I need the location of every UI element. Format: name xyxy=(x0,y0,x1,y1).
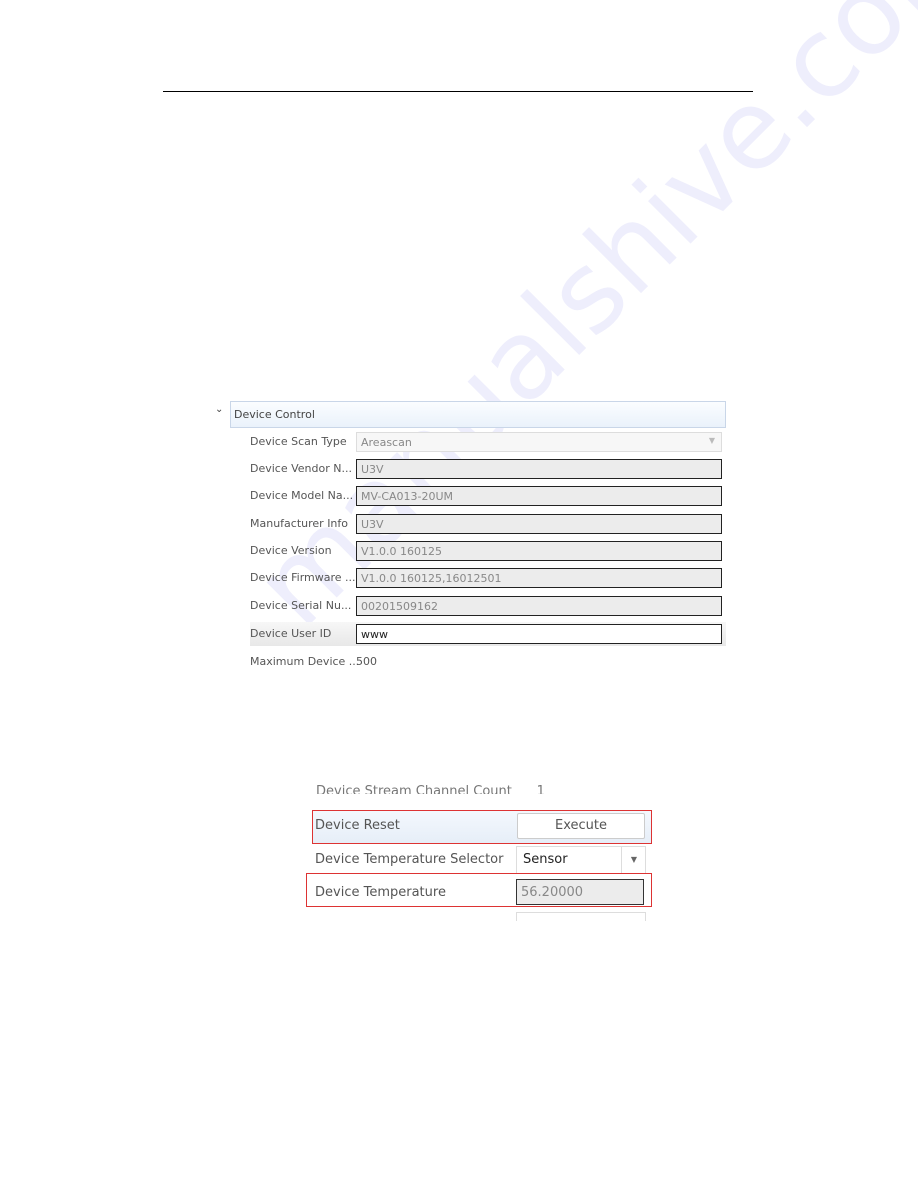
row-manufacturer: Manufacturer Info U3V xyxy=(250,512,726,536)
row-label: Device Reset xyxy=(315,818,400,833)
temperature-field: 56.20000 xyxy=(516,879,644,905)
section-title: Device Control xyxy=(234,408,315,421)
dropdown-arrow-icon: ▼ xyxy=(621,847,646,873)
section-header[interactable]: Device Control xyxy=(230,401,726,428)
row-label: Device Version xyxy=(250,544,332,557)
scan-type-select[interactable]: Areascan ▼ xyxy=(356,432,722,452)
select-value: Sensor xyxy=(523,852,568,867)
max-device-value: 500 xyxy=(356,655,377,668)
row-user-id: Device User ID www xyxy=(250,622,726,646)
row-label: Device User ID xyxy=(250,627,332,640)
serial-field: 00201509162 xyxy=(356,596,722,616)
execute-button[interactable]: Execute xyxy=(517,813,645,839)
chevron-down-icon[interactable]: ⌄ xyxy=(215,404,223,415)
row-label: Device Temperature Selector xyxy=(315,852,504,867)
user-id-input[interactable]: www xyxy=(356,624,722,644)
row-label: Manufacturer Info xyxy=(250,517,349,530)
row-label: Device Temperature xyxy=(315,885,446,900)
model-field: MV-CA013-20UM xyxy=(356,486,722,506)
document-page: manualshive.com ⌄ Device Control Device … xyxy=(0,0,918,1188)
row-label: Device Vendor N... xyxy=(250,462,352,475)
firmware-field: V1.0.0 160125,16012501 xyxy=(356,568,722,588)
row-label: Device Serial Nu... xyxy=(250,599,352,612)
row-firmware: Device Firmware ... V1.0.0 160125,160125… xyxy=(250,566,726,590)
temp-selector-select[interactable]: Sensor ▼ xyxy=(516,846,646,874)
dropdown-arrow-icon: ▼ xyxy=(708,436,715,445)
row-max-device: Maximum Device ... 500 xyxy=(250,650,726,674)
row-label: Device Scan Type xyxy=(250,435,347,448)
row-scan-type: Device Scan Type Areascan ▼ xyxy=(250,430,726,454)
select-value: Areascan xyxy=(361,436,412,449)
row-label: Device Model Na... xyxy=(250,489,354,502)
row-label: Maximum Device ... xyxy=(250,655,360,668)
row-serial: Device Serial Nu... 00201509162 xyxy=(250,594,726,618)
device-control-screenshot: ⌄ Device Control Device Scan Type Areasc… xyxy=(212,398,728,676)
cropped-row: Device Stream Channel Count 1 xyxy=(316,784,545,794)
version-field: V1.0.0 160125 xyxy=(356,541,722,561)
header-rule xyxy=(163,91,753,92)
device-temperature-screenshot: Device Stream Channel Count 1 Device Res… xyxy=(306,784,656,921)
cropped-field xyxy=(516,912,646,921)
row-label: Device Firmware ... xyxy=(250,571,356,584)
row-version: Device Version V1.0.0 160125 xyxy=(250,539,726,563)
manufacturer-field: U3V xyxy=(356,514,722,534)
vendor-field: U3V xyxy=(356,459,722,479)
row-model: Device Model Na... MV-CA013-20UM xyxy=(250,484,726,508)
row-vendor: Device Vendor N... U3V xyxy=(250,457,726,481)
